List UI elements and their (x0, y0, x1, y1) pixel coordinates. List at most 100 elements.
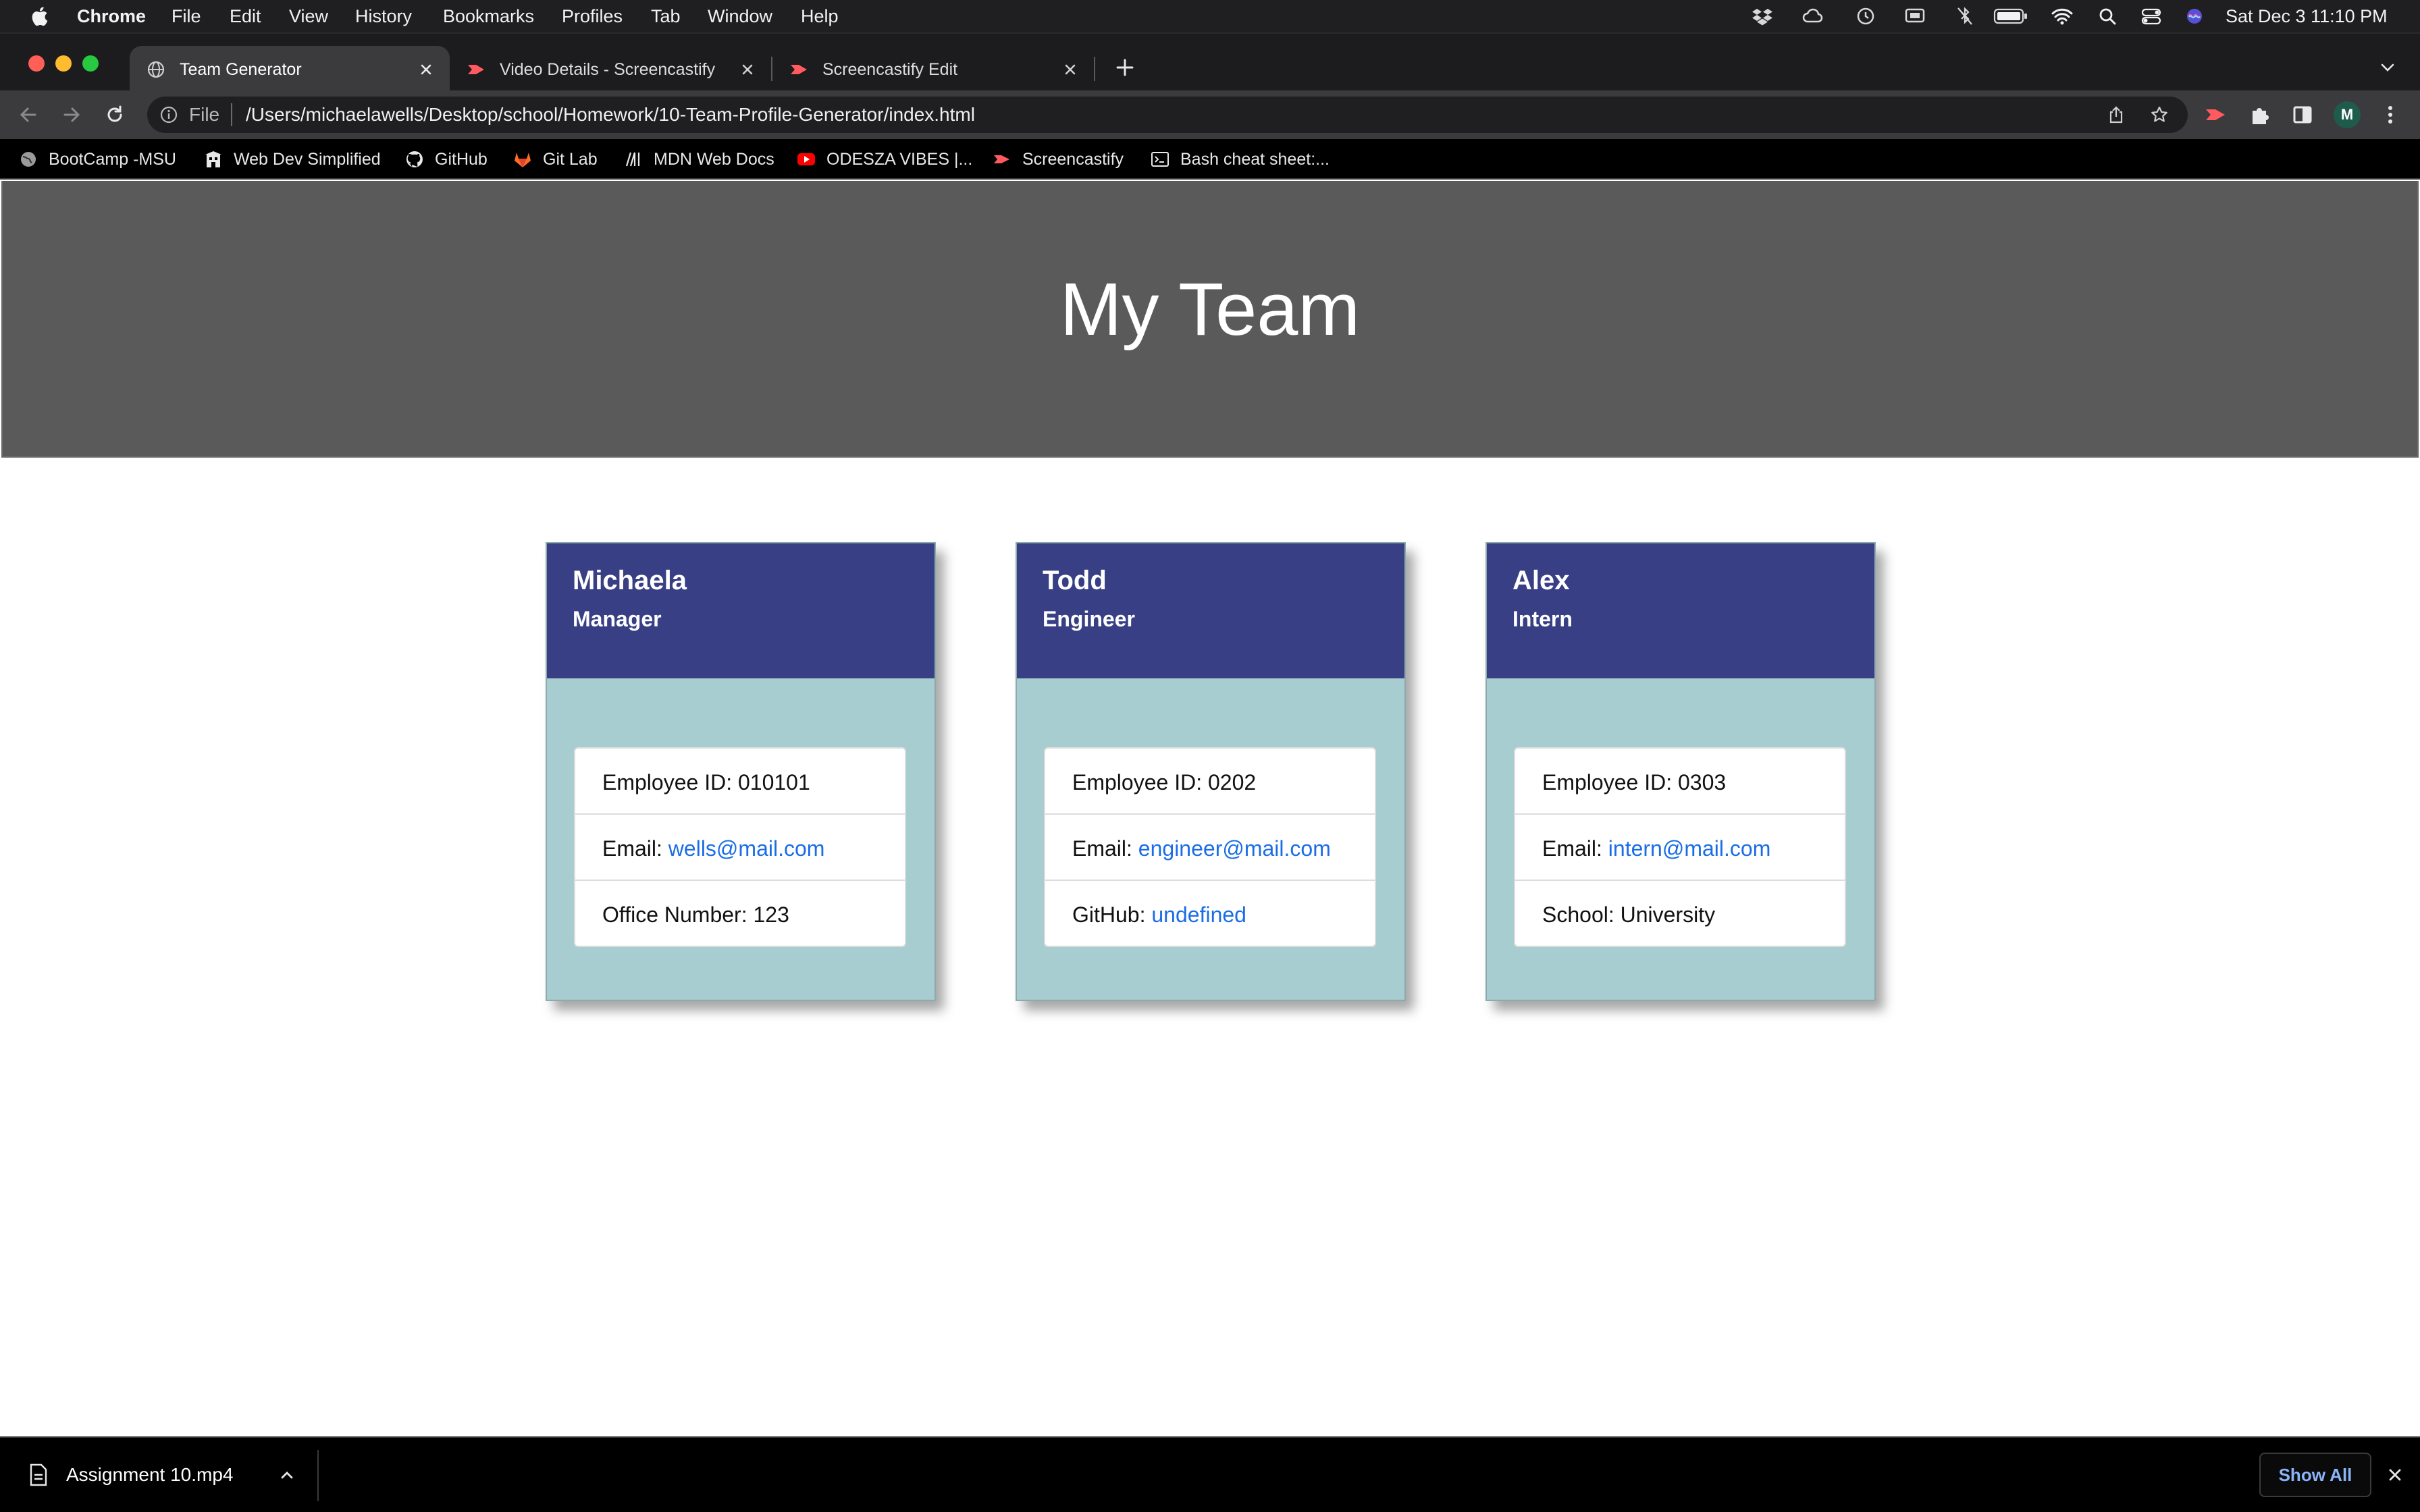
github-icon (406, 151, 423, 167)
profile-avatar[interactable]: M (2334, 101, 2361, 128)
maximize-window-button[interactable] (82, 55, 99, 72)
school-label: School: (1542, 902, 1621, 927)
screencastify-icon (791, 65, 807, 74)
address-bar[interactable]: File /Users/michaelawells/Desktop/school… (147, 97, 2188, 133)
menu-tab[interactable]: Tab (651, 5, 681, 27)
menu-help[interactable]: Help (801, 5, 839, 27)
office-number-label: Office Number: (602, 902, 754, 927)
bookmark-label: ODESZA VIBES |... (826, 150, 973, 169)
extensions-puzzle-icon[interactable] (2248, 103, 2273, 127)
share-icon[interactable] (2107, 105, 2126, 124)
close-icon[interactable] (416, 59, 436, 80)
file-icon (30, 1463, 47, 1486)
email-label: Email: (602, 836, 668, 861)
list-item-office-number: Office Number: 123 (575, 881, 905, 947)
tab-title: Screencastify Edit (822, 60, 958, 79)
url-divider (231, 103, 232, 126)
bookmark-label: Web Dev Simplified (234, 150, 381, 169)
bookmark-label: Git Lab (543, 150, 598, 169)
employee-card-manager: Michaela Manager Employee ID: 010101 Ema… (546, 542, 936, 1001)
employee-name: Alex (1512, 566, 1570, 595)
employee-name: Todd (1043, 566, 1107, 595)
forward-icon[interactable] (59, 103, 84, 127)
list-item-github: GitHub: undefined (1045, 881, 1375, 947)
employee-name: Michaela (573, 566, 687, 595)
close-icon[interactable] (737, 59, 758, 80)
page-viewport: My Team Michaela Manager Employee ID: 01… (0, 181, 2420, 1436)
list-item-employee-id: Employee ID: 010101 (575, 749, 905, 815)
page-header-banner: My Team (1, 181, 2419, 458)
bookmark-star-icon[interactable] (2150, 105, 2169, 124)
tab-search-chevron-icon[interactable] (2378, 58, 2397, 77)
search-icon[interactable] (2097, 7, 2119, 26)
side-panel-icon[interactable] (2290, 103, 2315, 127)
close-icon[interactable] (2385, 1465, 2405, 1485)
list-item-email: Email: intern@mail.com (1515, 815, 1845, 881)
back-icon[interactable] (16, 103, 41, 127)
time-machine-icon[interactable] (1854, 7, 1876, 26)
url-text[interactable]: /Users/michaelawells/Desktop/school/Home… (246, 105, 975, 125)
close-icon[interactable] (1060, 59, 1080, 80)
tab-team-generator[interactable]: Team Generator (130, 46, 450, 92)
bookmark-label: MDN Web Docs (654, 150, 774, 169)
github-label: GitHub: (1072, 902, 1152, 927)
battery-icon[interactable] (1993, 7, 2028, 26)
gitlab-icon (515, 153, 531, 167)
bookmarks-bar: BootCamp -MSU Web Dev Simplified GitHub … (0, 139, 2420, 180)
menu-window[interactable]: Window (708, 5, 772, 27)
close-window-button[interactable] (28, 55, 45, 72)
tab-screencastify-edit[interactable]: Screencastify Edit (772, 46, 1094, 92)
more-menu-icon[interactable] (2378, 103, 2402, 127)
list-item-employee-id: Employee ID: 0202 (1045, 749, 1375, 815)
globe-icon (21, 152, 36, 167)
menu-profiles[interactable]: Profiles (562, 5, 623, 27)
wifi-icon[interactable] (2051, 7, 2073, 26)
card-header: Todd Engineer (1017, 543, 1404, 678)
screencastify-icon (994, 155, 1009, 163)
screencastify-extension-icon[interactable] (2204, 103, 2228, 127)
menu-bookmarks[interactable]: Bookmarks (443, 5, 534, 27)
app-name-menu[interactable]: Chrome (77, 5, 146, 27)
github-link[interactable]: undefined (1151, 902, 1246, 927)
browser-tab-strip: Team Generator Video Details - Screencas… (0, 32, 2420, 92)
employee-card-engineer: Todd Engineer Employee ID: 0202 Email: e… (1016, 542, 1406, 1001)
tab-separator (1094, 57, 1095, 81)
bookmark-label: Bash cheat sheet:... (1180, 150, 1330, 169)
menu-view[interactable]: View (289, 5, 328, 27)
dropbox-icon[interactable] (1752, 7, 1773, 26)
email-link[interactable]: wells@mail.com (668, 836, 825, 861)
bluetooth-off-icon[interactable] (1954, 7, 1976, 26)
new-tab-icon[interactable] (1114, 57, 1136, 78)
reload-icon[interactable] (103, 103, 127, 127)
download-file-name[interactable]: Assignment 10.mp4 (66, 1463, 233, 1486)
bookmark-label: BootCamp -MSU (49, 150, 176, 169)
show-all-downloads-button[interactable]: Show All (2259, 1453, 2371, 1497)
creative-cloud-icon[interactable] (1801, 7, 1823, 26)
control-center-icon[interactable] (2140, 7, 2162, 26)
card-header: Alex Intern (1487, 543, 1874, 678)
screen-share-icon[interactable] (1904, 7, 1926, 26)
employee-id-value: 010101 (737, 770, 810, 794)
info-icon[interactable] (159, 105, 178, 124)
mdn-icon (625, 152, 640, 167)
menu-history[interactable]: History (355, 5, 412, 27)
list-item-email: Email: engineer@mail.com (1045, 815, 1375, 881)
list-item-school: School: University (1515, 881, 1845, 947)
email-link[interactable]: intern@mail.com (1608, 836, 1771, 861)
employee-details-list: Employee ID: 010101 Email: wells@mail.co… (574, 747, 906, 947)
minimize-window-button[interactable] (55, 55, 72, 72)
employee-id-value: 0303 (1677, 770, 1727, 794)
tab-title: Team Generator (180, 60, 302, 79)
email-link[interactable]: engineer@mail.com (1138, 836, 1331, 861)
shelf-divider (317, 1450, 319, 1501)
tab-video-details[interactable]: Video Details - Screencastify (450, 46, 771, 92)
menu-file[interactable]: File (172, 5, 201, 27)
chevron-up-icon[interactable] (277, 1465, 297, 1485)
employee-details-list: Employee ID: 0202 Email: engineer@mail.c… (1044, 747, 1376, 947)
menubar-clock[interactable]: Sat Dec 3 11:10 PM (2226, 5, 2388, 27)
page-title: My Team (1059, 268, 1361, 351)
email-label: Email: (1542, 836, 1608, 861)
siri-icon[interactable] (2184, 7, 2205, 26)
apple-icon[interactable] (28, 5, 49, 27)
menu-edit[interactable]: Edit (230, 5, 261, 27)
